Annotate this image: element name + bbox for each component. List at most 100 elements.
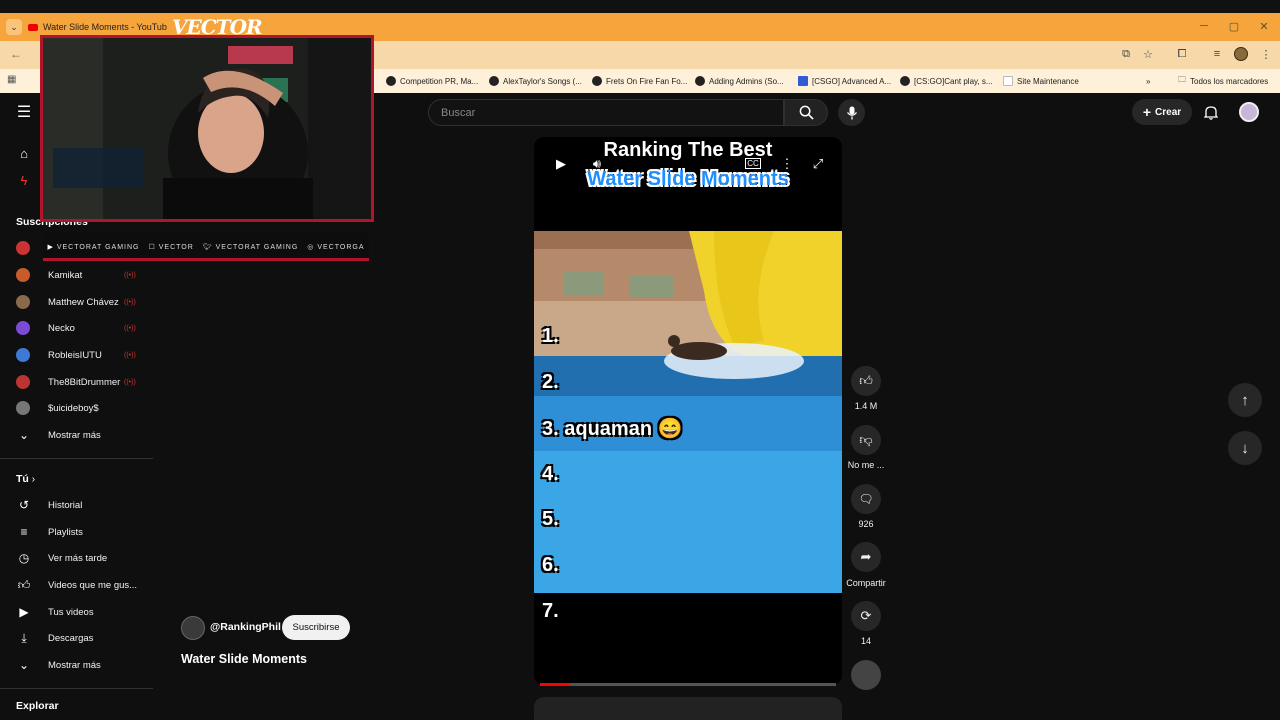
next-short-preview[interactable] — [534, 697, 842, 720]
tab-search-button[interactable]: ⌄ — [6, 19, 22, 35]
bell-icon — [1204, 105, 1218, 120]
bookmark-item[interactable]: [CS:GO]Cant play, s... — [900, 74, 993, 88]
channel-avatar — [16, 375, 30, 389]
fullscreen-icon[interactable]: ⤢ — [809, 155, 827, 173]
sidebar-divider — [0, 688, 153, 689]
social-underline — [43, 258, 369, 261]
browser-tab[interactable]: Water Slide Moments - YouTub — [28, 17, 178, 37]
create-button[interactable]: + Crear — [1132, 99, 1192, 125]
show-more-button[interactable]: ⌄ Mostrar más — [0, 653, 153, 677]
like-button[interactable]: 👍︎ — [851, 366, 881, 396]
progress-track[interactable] — [540, 683, 836, 686]
bookmark-item[interactable]: Competition PR, Ma... — [386, 74, 478, 88]
install-app-icon[interactable]: ⧉ — [1118, 46, 1134, 62]
search-button[interactable] — [784, 99, 828, 126]
bookmark-item[interactable]: Adding Admins (So... — [695, 74, 784, 88]
page-icon — [1003, 76, 1013, 86]
bookmark-item[interactable]: Frets On Fire Fan Fo... — [592, 74, 687, 88]
webcam-picture — [43, 38, 371, 219]
subscribe-button[interactable]: Suscribirse — [282, 615, 350, 640]
sidebar-channel[interactable]: Necko ((•)) — [0, 316, 153, 340]
media-control-icon[interactable]: ≡ — [1209, 46, 1225, 62]
rank-label: 1. — [542, 325, 559, 347]
history-icon: ↺ — [18, 498, 30, 512]
channel-avatar — [16, 295, 30, 309]
show-more-button[interactable]: ⌄ Mostrar más — [0, 423, 153, 447]
instagram-social: ◎ VECTORGA — [307, 244, 365, 251]
share-button[interactable]: ➦ — [851, 542, 881, 572]
sidebar-channel[interactable]: $uicideboy$ — [0, 396, 153, 420]
github-icon — [695, 76, 705, 86]
extensions-icon[interactable]: ⧠ — [1174, 46, 1190, 62]
browser-profile-avatar[interactable] — [1234, 47, 1248, 61]
rank-label: 3. aquaman 😄 — [542, 418, 683, 440]
progress-fill — [540, 683, 570, 686]
explore-section-title: Explorar — [16, 700, 59, 712]
os-top-bar — [0, 0, 1280, 13]
dislike-label: No me ... — [847, 460, 885, 470]
previous-short-button[interactable]: ↑ — [1228, 383, 1262, 417]
chevron-down-icon: ⌄ — [18, 658, 30, 672]
comment-icon: 🗨︎ — [858, 492, 874, 506]
bookmark-item[interactable]: AlexTaylor's Songs (... — [489, 74, 582, 88]
back-arrow-icon[interactable]: ← — [8, 46, 24, 62]
video-frame — [534, 231, 842, 593]
browser-menu-icon[interactable]: ⋮ — [1258, 46, 1274, 62]
minimize-icon[interactable]: ─ — [1196, 18, 1212, 34]
sound-channel-avatar[interactable] — [851, 660, 881, 690]
search-input[interactable]: Buscar — [428, 99, 784, 126]
bookmarks-overflow-icon[interactable]: » — [1146, 74, 1150, 88]
apps-grid-icon[interactable]: ▦ — [7, 74, 19, 86]
home-icon[interactable]: ⌂ — [16, 145, 32, 161]
twitch-social: ☐ VECTOR — [148, 244, 194, 251]
captions-icon[interactable]: CC — [745, 158, 761, 169]
voice-search-button[interactable] — [838, 99, 865, 126]
sidebar-channel[interactable]: RobleisIUTU ((•)) — [0, 343, 153, 367]
remix-button[interactable]: ⟳ — [851, 601, 881, 631]
live-indicator-icon: ((•)) — [124, 271, 136, 279]
all-bookmarks-folder[interactable]: 🗀 Todos los marcadores — [1178, 74, 1268, 88]
sidebar-channel[interactable]: The8BitDrummer ((•)) — [0, 370, 153, 394]
sidebar-item-playlists[interactable]: ≡ Playlists — [0, 520, 153, 544]
you-section-title[interactable]: Tú › — [16, 473, 35, 485]
shorts-icon[interactable]: ϟ — [16, 172, 32, 188]
sidebar-channel[interactable]: Matthew Chávez ((•)) — [0, 290, 153, 314]
youtube-icon: ▶ — [47, 244, 54, 251]
rank-label: 5. — [542, 508, 559, 530]
streamer-webcam — [40, 35, 374, 222]
sidebar-item-downloads[interactable]: ⤓ Descargas — [0, 626, 153, 650]
youtube-social: ▶ VECTORAT GAMING — [47, 244, 140, 251]
water-slide-scene — [534, 231, 842, 593]
live-indicator-icon: ((•)) — [124, 298, 136, 306]
sidebar-item-your-videos[interactable]: ▶ Tus videos — [0, 600, 153, 624]
close-window-icon[interactable]: ✕ — [1256, 18, 1272, 34]
play-icon[interactable]: ▶ — [552, 155, 570, 173]
dislike-button[interactable]: 👎︎ — [851, 425, 881, 455]
youtube-favicon-icon — [28, 23, 38, 31]
sidebar-item-liked[interactable]: 👍︎ Videos que me gus... — [0, 573, 153, 597]
more-options-icon[interactable]: ⋮ — [778, 155, 796, 173]
video-title[interactable]: Water Slide Moments — [181, 652, 307, 666]
bookmark-item[interactable]: [CSGO] Advanced A... — [798, 74, 891, 88]
alliedmods-icon — [798, 76, 808, 86]
comment-count: 926 — [858, 519, 874, 529]
account-avatar[interactable] — [1239, 102, 1259, 122]
menu-icon[interactable]: ☰ — [14, 104, 34, 121]
bookmark-star-icon[interactable]: ☆ — [1140, 46, 1156, 62]
live-indicator-icon: ((•)) — [124, 351, 136, 359]
volume-icon[interactable]: 🔊︎ — [588, 155, 606, 173]
next-short-button[interactable]: ↓ — [1228, 431, 1262, 465]
bookmark-item[interactable]: Site Maintenance — [1003, 74, 1079, 88]
thumbs-up-icon: 👍︎ — [17, 577, 31, 592]
comments-button[interactable]: 🗨︎ — [851, 484, 881, 514]
channel-handle[interactable]: @RankingPhil — [210, 621, 281, 633]
notifications-button[interactable] — [1200, 101, 1222, 123]
rank-label: 6. — [542, 554, 559, 576]
sidebar-channel[interactable]: Kamikat ((•)) — [0, 263, 153, 287]
sidebar-item-history[interactable]: ↺ Historial — [0, 493, 153, 517]
channel-avatar[interactable] — [181, 616, 205, 640]
maximize-icon[interactable]: ▢ — [1226, 18, 1242, 34]
sidebar-item-watch-later[interactable]: ◷ Ver más tarde — [0, 546, 153, 570]
github-icon — [386, 76, 396, 86]
like-count: 1.4 M — [854, 401, 878, 411]
